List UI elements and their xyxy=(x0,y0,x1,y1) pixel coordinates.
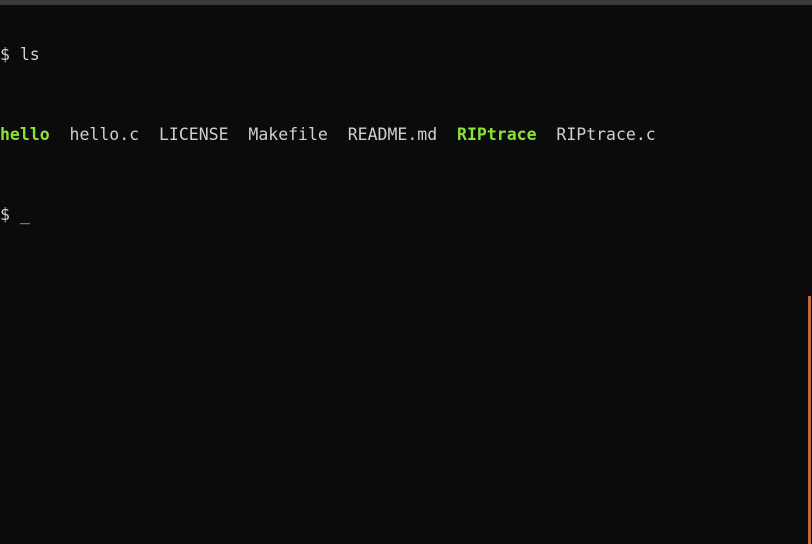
file-entry: hello.c xyxy=(69,125,140,144)
file-entry-executable: hello xyxy=(0,125,50,144)
scrollbar[interactable] xyxy=(807,5,812,544)
prompt-symbol: $ xyxy=(0,205,10,224)
file-entry: LICENSE xyxy=(158,125,229,144)
command-text: ls xyxy=(19,45,40,64)
prompt-line[interactable]: $ _ xyxy=(0,205,806,225)
command-line: $ ls xyxy=(0,45,806,65)
scrollbar-thumb[interactable] xyxy=(808,296,811,544)
terminal-output[interactable]: $ ls hello hello.c LICENSE Makefile READ… xyxy=(0,5,806,265)
file-entry: Makefile xyxy=(248,125,328,144)
text-cursor: _ xyxy=(19,205,30,224)
terminal-window[interactable]: $ ls hello hello.c LICENSE Makefile READ… xyxy=(0,0,812,544)
file-entry-executable: RIPtrace xyxy=(457,125,537,144)
prompt-symbol: $ xyxy=(0,45,10,64)
ls-output-line: hello hello.c LICENSE Makefile README.md… xyxy=(0,125,806,145)
file-entry: README.md xyxy=(347,125,438,144)
file-entry: RIPtrace.c xyxy=(556,125,656,144)
